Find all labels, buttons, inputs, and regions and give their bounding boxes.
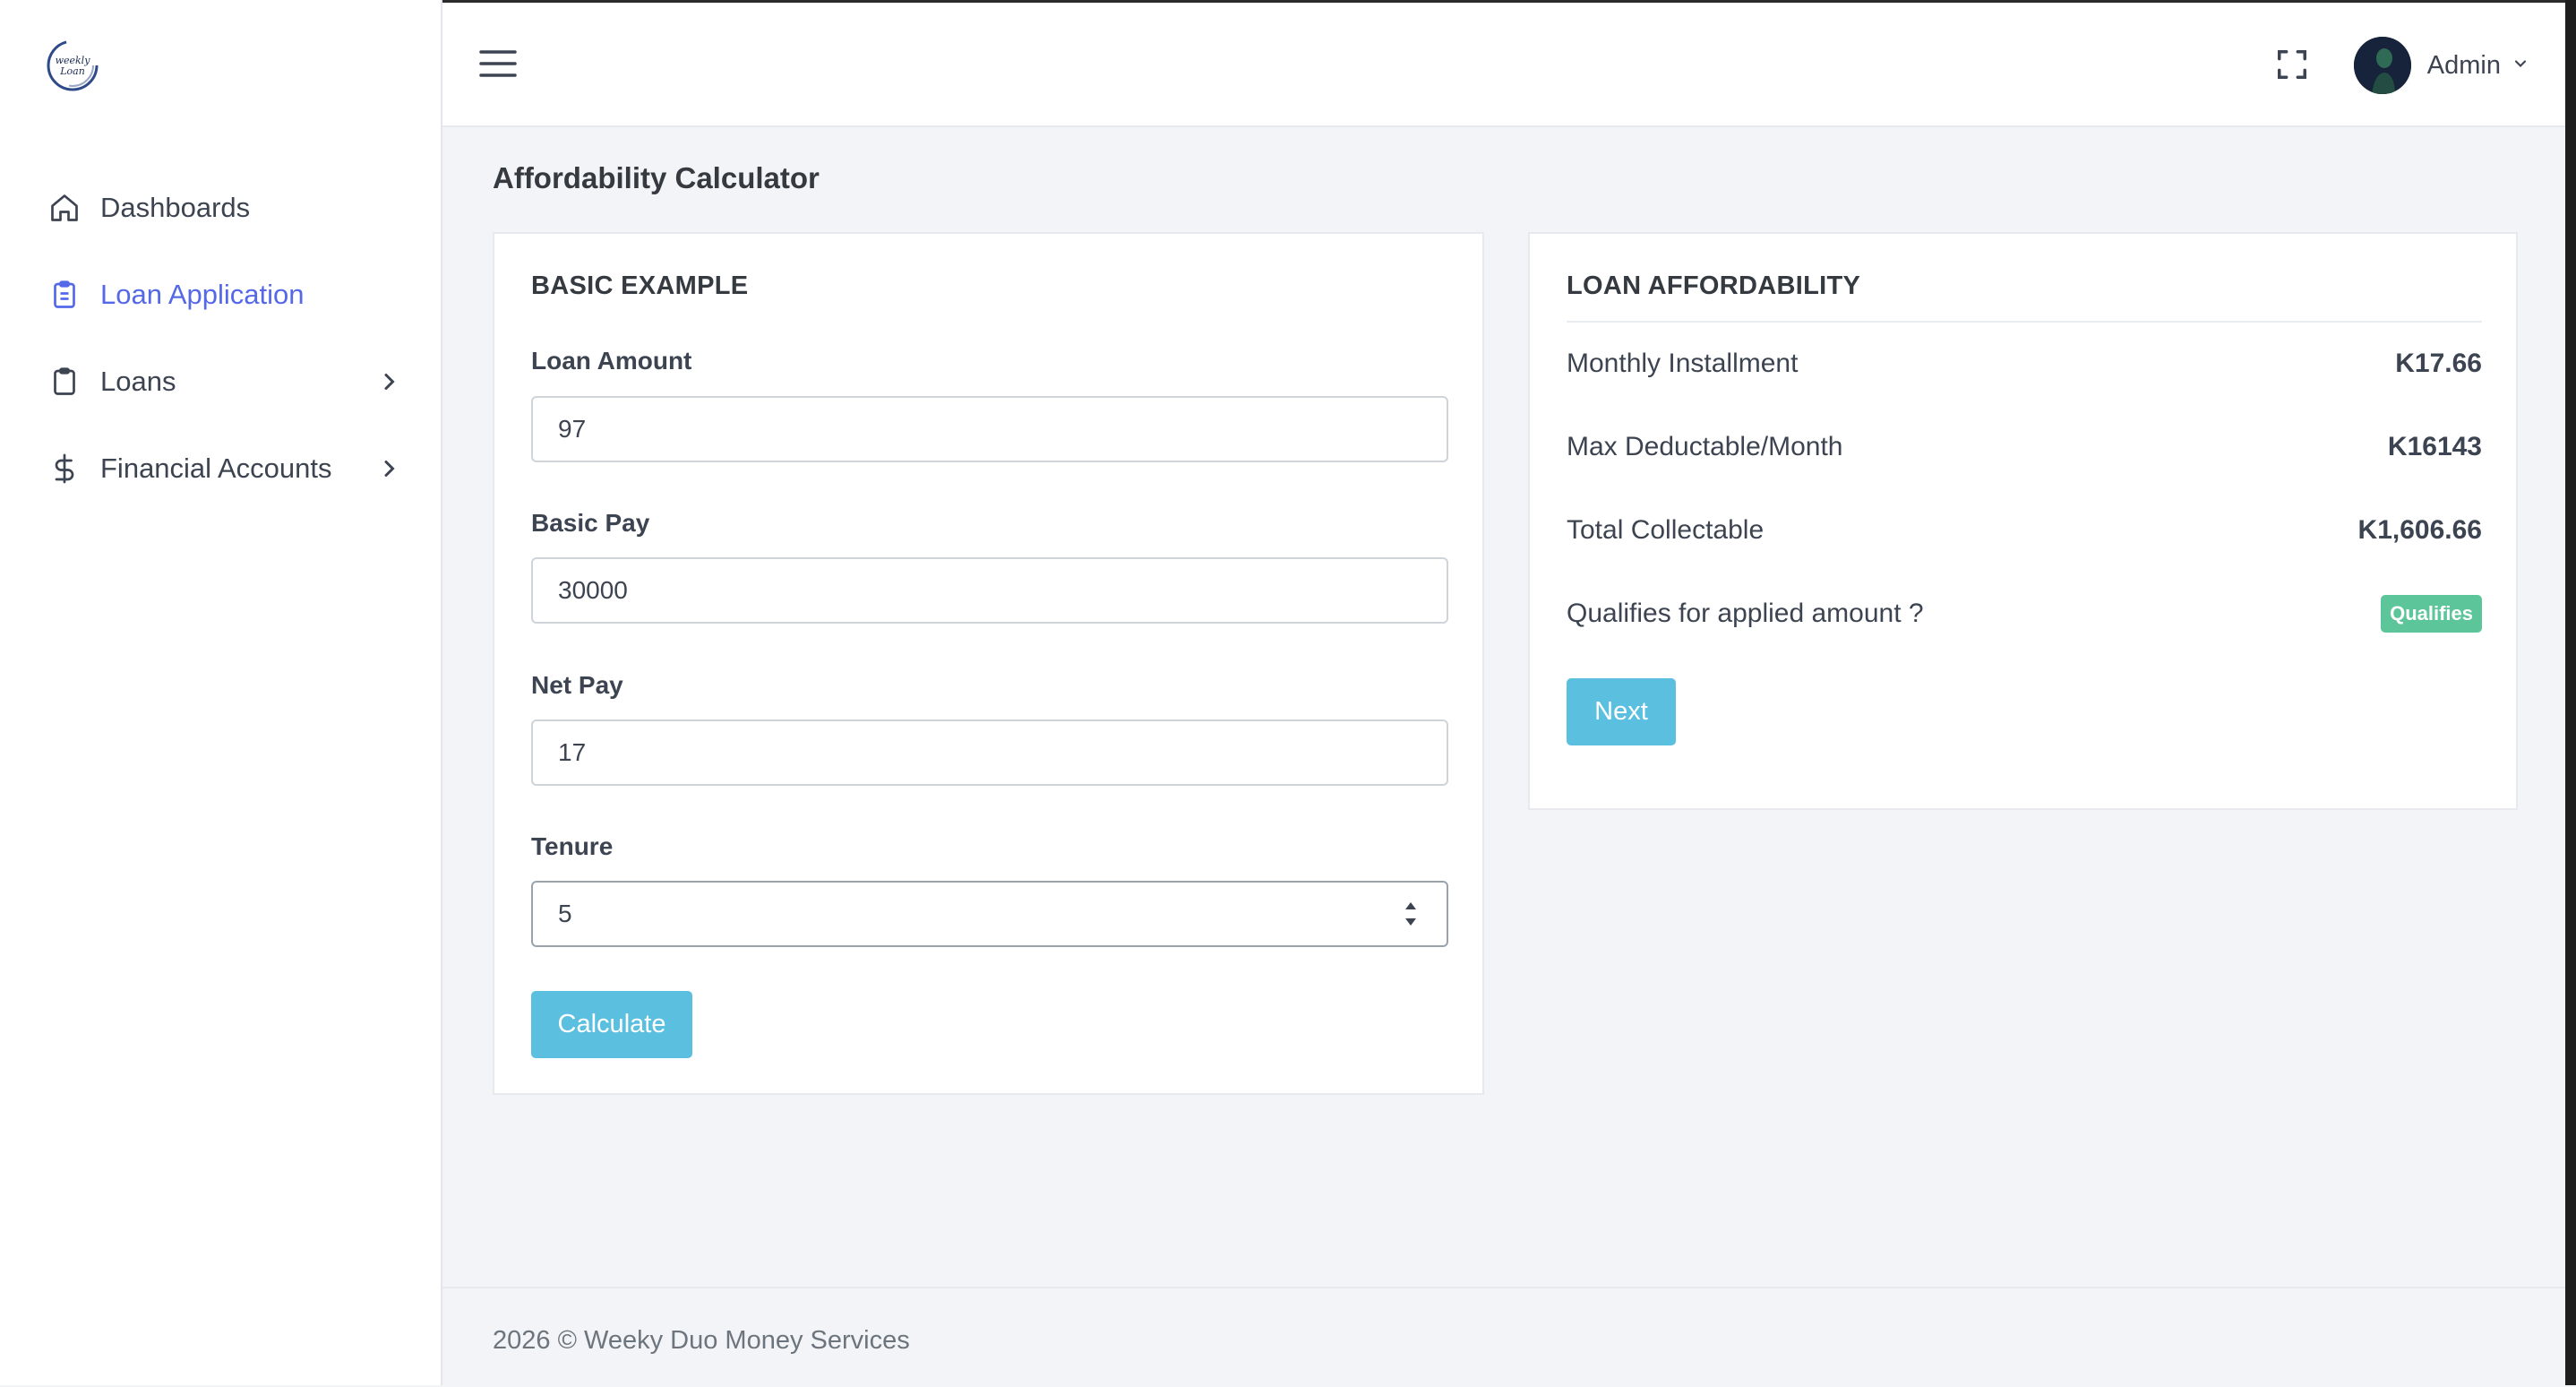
max-deductable-value: K16143	[2387, 432, 2482, 461]
sidebar-item-dashboards[interactable]: Dashboards	[47, 181, 405, 235]
chevron-right-icon	[373, 452, 405, 485]
sidebar: weekly Loan Dashboards Loan Application	[0, 0, 442, 1385]
card-title: LOAN AFFORDABILITY	[1567, 271, 1861, 300]
clipboard-list-icon	[47, 277, 82, 313]
tenure-stepper	[531, 881, 1448, 947]
sidebar-item-loans[interactable]: Loans	[47, 355, 405, 409]
hamburger-icon[interactable]	[478, 47, 518, 80]
tenure-label: Tenure	[531, 832, 614, 860]
sidebar-item-label: Dashboards	[100, 192, 251, 223]
chevron-down-icon	[2512, 55, 2529, 77]
qualifies-label: Qualifies for applied amount ?	[1567, 599, 1924, 628]
topbar: Admin	[442, 3, 2565, 127]
loan-amount-input[interactable]	[531, 396, 1448, 462]
monthly-installment-value: K17.66	[2395, 349, 2482, 378]
basic-pay-input[interactable]	[531, 557, 1448, 624]
svg-text:Loan: Loan	[59, 65, 85, 77]
page-title: Affordability Calculator	[493, 161, 820, 194]
user-name: Admin	[2426, 50, 2501, 80]
brand-logo[interactable]: weekly Loan	[45, 38, 100, 93]
max-deductable-label: Max Deductable/Month	[1567, 432, 1843, 461]
stepper-arrows[interactable]	[1400, 897, 1421, 931]
sidebar-item-financial-accounts[interactable]: Financial Accounts	[47, 442, 405, 495]
window-edge	[2565, 0, 2576, 1385]
basic-pay-label: Basic Pay	[531, 509, 650, 537]
net-pay-label: Net Pay	[531, 671, 623, 699]
user-menu[interactable]: Admin	[2353, 37, 2529, 94]
monthly-installment-label: Monthly Installment	[1567, 349, 1799, 378]
next-button[interactable]: Next	[1567, 678, 1676, 745]
affordability-card: LOAN AFFORDABILITY Monthly Installment K…	[1528, 232, 2518, 810]
clipboard-icon	[47, 364, 82, 400]
calculate-button[interactable]: Calculate	[531, 991, 692, 1058]
net-pay-input[interactable]	[531, 719, 1448, 786]
home-icon	[47, 190, 82, 226]
sidebar-item-label: Financial Accounts	[100, 452, 332, 484]
chevron-right-icon	[373, 366, 405, 398]
sidebar-item-label: Loan Application	[100, 279, 305, 310]
dollar-icon	[47, 451, 82, 487]
sidebar-item-loan-application[interactable]: Loan Application	[47, 268, 405, 322]
total-collectable-label: Total Collectable	[1567, 515, 1765, 545]
footer: 2026 © Weeky Duo Money Services	[442, 1287, 2565, 1387]
loan-amount-label: Loan Amount	[531, 347, 692, 375]
divider	[1567, 321, 2482, 323]
status-badge: Qualifies	[2381, 595, 2482, 633]
sidebar-item-label: Loans	[100, 366, 176, 397]
total-collectable-value: K1,606.66	[2357, 515, 2482, 545]
card-title: BASIC EXAMPLE	[531, 271, 749, 300]
tenure-input[interactable]	[531, 881, 1448, 947]
calculator-card: BASIC EXAMPLE Loan Amount Basic Pay Net …	[493, 232, 1484, 1095]
avatar	[2353, 37, 2411, 94]
fullscreen-icon[interactable]	[2275, 47, 2309, 82]
footer-text: 2026 © Weeky Duo Money Services	[493, 1326, 910, 1355]
